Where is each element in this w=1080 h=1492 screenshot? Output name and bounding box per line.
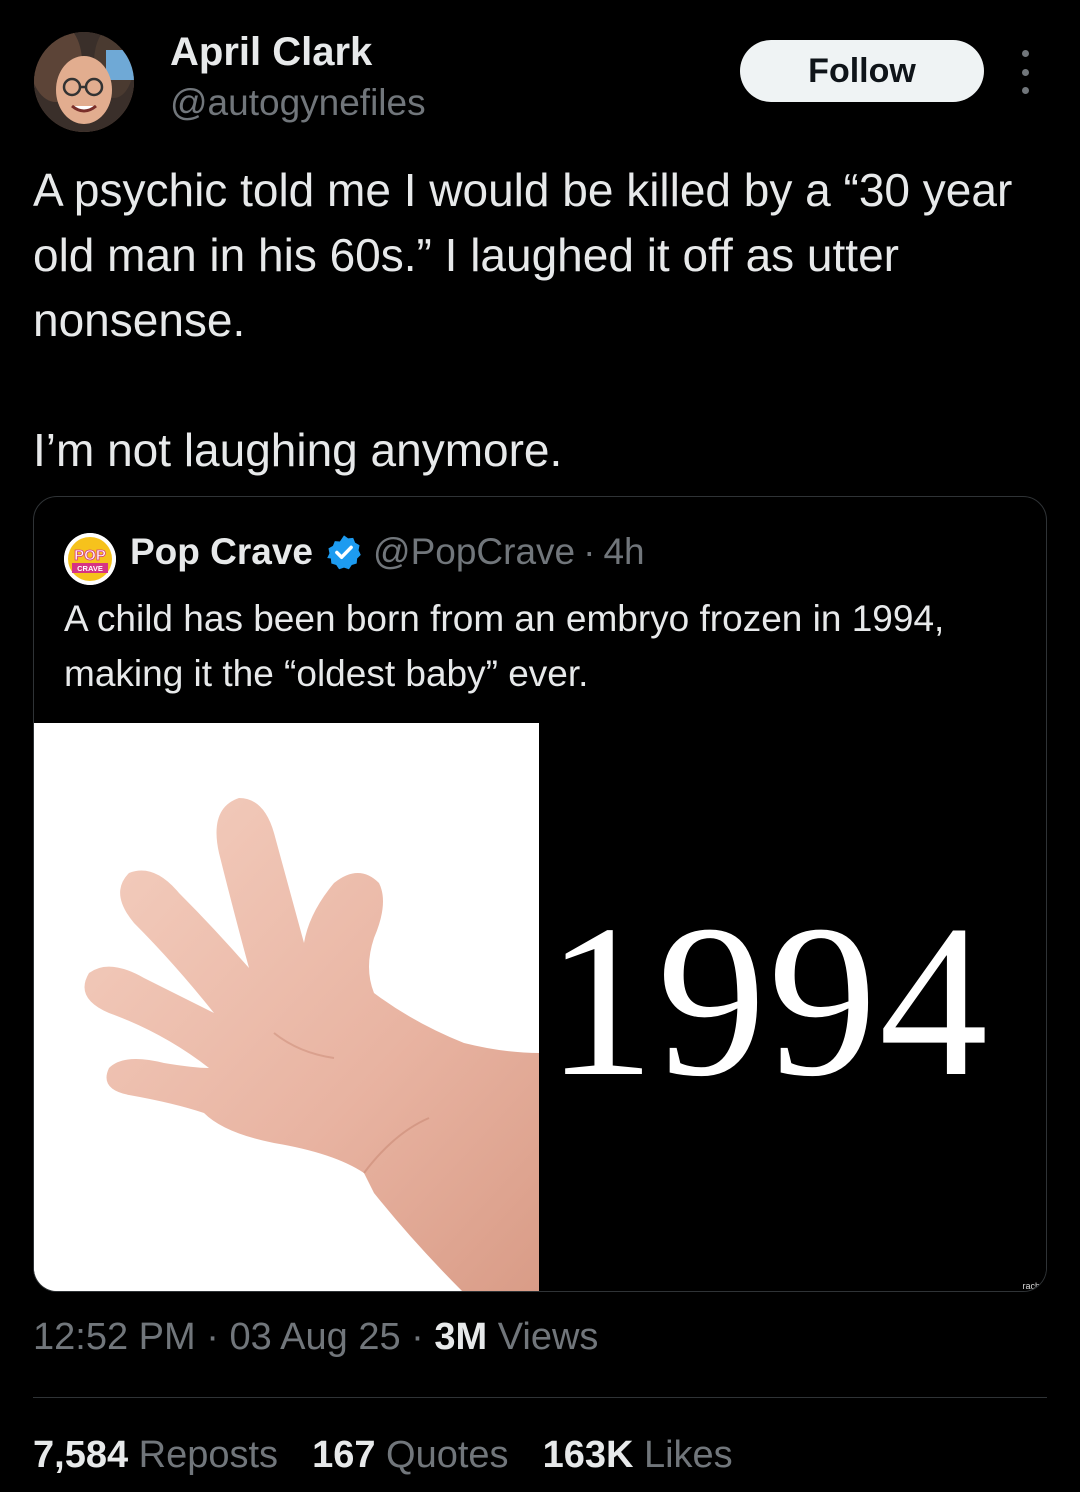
tweet-time[interactable]: 12:52 PM (33, 1316, 196, 1358)
quoted-separator: · (583, 531, 596, 572)
author-name[interactable]: April Clark (170, 30, 372, 75)
meta-separator: · (206, 1316, 219, 1358)
pop-crave-logo-icon: POP CRAVE (64, 533, 116, 585)
more-dot (1021, 50, 1029, 57)
quotes-stat[interactable]: 167 Quotes (312, 1434, 509, 1477)
reposts-stat[interactable]: 7,584 Reposts (33, 1434, 278, 1477)
pop-crave-avatar[interactable]: POP CRAVE (64, 533, 116, 585)
likes-stat[interactable]: 163K Likes (543, 1434, 733, 1477)
quoted-timestamp[interactable]: 4h (603, 531, 644, 573)
quotes-count: 167 (312, 1434, 376, 1476)
likes-label: Likes (643, 1434, 733, 1476)
quotes-label: Quotes (386, 1434, 509, 1476)
more-dot (1021, 68, 1029, 76)
quoted-tweet-card[interactable]: POP CRAVE Pop Crave @PopCrave · 4h A chi… (33, 496, 1047, 1292)
quoted-tweet-text: A child has been born from an embryo fro… (64, 598, 945, 694)
author-handle[interactable]: @autogynefiles (170, 82, 426, 124)
baby-hand-image (34, 723, 539, 1291)
more-vertical-icon[interactable] (1010, 50, 1040, 94)
meta-separator: · (411, 1316, 424, 1358)
year-overlay-text: 1994 (546, 881, 990, 1122)
tweet-date[interactable]: 03 Aug 25 (229, 1316, 400, 1358)
verified-badge-icon (327, 535, 361, 570)
likes-count: 163K (542, 1434, 634, 1476)
tweet-text: A psychic told me I would be killed by a… (33, 158, 1043, 483)
tweet-paragraph: I’m not laughing anymore. (33, 424, 563, 476)
reposts-count: 7,584 (33, 1434, 129, 1476)
tweet-meta: 12:52 PM · 03 Aug 25 · 3M Views (33, 1316, 598, 1359)
baby-hand-illustration (34, 723, 539, 1291)
follow-button[interactable]: Follow (740, 40, 984, 102)
media-credit: rach (1022, 1281, 1040, 1291)
views-count: 3M (434, 1316, 488, 1358)
quoted-header: Pop Crave @PopCrave · 4h (130, 531, 645, 573)
engagement-stats: 7,584 Reposts 167 Quotes 163K Likes (33, 1434, 733, 1477)
divider (33, 1397, 1047, 1398)
profile-photo-image (34, 32, 134, 132)
more-dot (1021, 87, 1029, 94)
tweet-paragraph: A psychic told me I would be killed by a… (33, 164, 1013, 346)
pop-crave-logo-top: POP (74, 547, 106, 564)
author-avatar[interactable] (34, 32, 134, 132)
reposts-label: Reposts (138, 1434, 279, 1476)
views-label: Views (497, 1316, 599, 1358)
pop-crave-logo-bottom: CRAVE (77, 564, 103, 573)
quoted-media[interactable]: 1994 rach (34, 723, 1046, 1291)
quoted-author-name[interactable]: Pop Crave (130, 531, 313, 573)
quoted-author-handle[interactable]: @PopCrave (373, 531, 575, 573)
